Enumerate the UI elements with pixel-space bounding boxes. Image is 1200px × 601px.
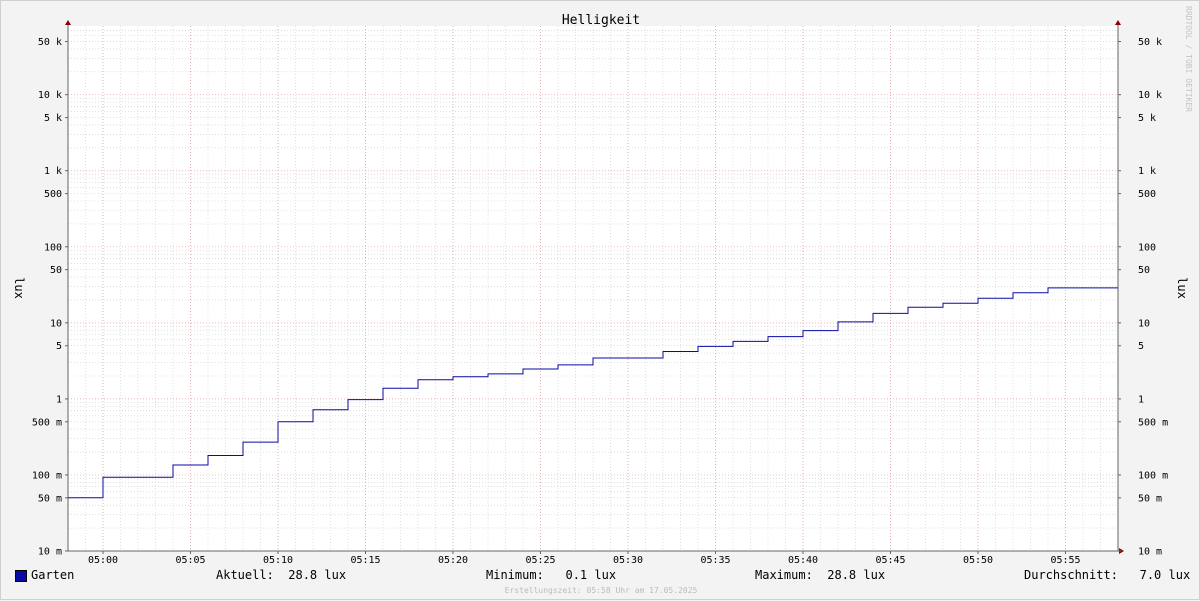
x-tick-label: 05:40 — [788, 555, 818, 566]
x-tick-label: 05:30 — [613, 555, 643, 566]
x-tick-label: 05:35 — [700, 555, 730, 566]
x-tick-label: 05:15 — [350, 555, 380, 566]
y-tick-label-right: 1 — [1138, 394, 1144, 405]
y-tick-label-right: 10 k — [1138, 90, 1162, 101]
y-axis-arrow-left — [65, 20, 71, 25]
legend-current: Aktuell: 28.8 lux — [216, 568, 347, 582]
y-tick-label-right: 5 — [1138, 341, 1144, 352]
y-tick-label-right: 500 m — [1138, 417, 1168, 428]
y-tick-label-left: 10 k — [38, 90, 62, 101]
y-tick-label-right: 50 k — [1138, 37, 1162, 48]
y-tick-label-left: 500 — [44, 189, 62, 200]
y-tick-label-right: 100 m — [1138, 470, 1168, 481]
footer-timestamp: Erstellungszeit: 05:58 Uhr am 17.05.2025 — [504, 586, 698, 595]
y-tick-label-right: 5 k — [1138, 113, 1156, 124]
y-tick-label-right: 50 — [1138, 265, 1150, 276]
x-tick-label: 05:50 — [963, 555, 993, 566]
x-tick-label: 05:05 — [175, 555, 205, 566]
y-tick-label-right: 500 — [1138, 189, 1156, 200]
y-tick-label-left: 5 — [56, 341, 62, 352]
y-tick-label-left: 5 k — [44, 113, 62, 124]
x-tick-label: 05:45 — [875, 555, 905, 566]
y-tick-label-left: 100 m — [32, 470, 62, 481]
legend-swatch-garten — [15, 570, 27, 582]
legend-maximum: Maximum: 28.8 lux — [755, 568, 886, 582]
y-tick-label-left: 50 — [50, 265, 62, 276]
y-tick-label-right: 100 — [1138, 242, 1156, 253]
x-tick-label: 05:55 — [1050, 555, 1080, 566]
y-tick-label-left: 1 k — [44, 166, 62, 177]
y-tick-label-left: 10 m — [38, 547, 62, 558]
y-tick-label-right: 10 m — [1138, 547, 1162, 558]
y-axis-label-right: lux — [1175, 277, 1189, 299]
y-tick-label-right: 10 — [1138, 318, 1150, 329]
chart-title: Helligkeit — [562, 13, 640, 28]
x-tick-label: 05:25 — [525, 555, 555, 566]
legend-minimum: Minimum: 0.1 lux — [486, 568, 617, 582]
chart-svg: 05:00 05:05 05:10 05:15 05:20 05:25 05:30 05:35… — [12, 13, 1189, 566]
y-axis-label-left: lux — [12, 277, 26, 299]
y-tick-label-right: 1 k — [1138, 166, 1156, 177]
watermark: RRDTOOL / TOBI OETIKER — [1184, 6, 1193, 112]
x-tick-label: 05:10 — [263, 555, 293, 566]
y-tick-label-left: 50 k — [38, 37, 62, 48]
x-tick-label: 05:20 — [438, 555, 468, 566]
y-tick-label-left: 100 — [44, 242, 62, 253]
y-tick-label-right: 50 m — [1138, 493, 1162, 504]
y-tick-label-left: 10 — [50, 318, 62, 329]
legend-series-name: Garten — [31, 568, 75, 582]
y-axis-arrow-right — [1115, 20, 1121, 25]
y-tick-label-left: 50 m — [38, 493, 62, 504]
chart-frame: 05:00 05:05 05:10 05:15 05:20 05:25 05:30 05:35… — [0, 0, 1200, 600]
x-tick-label: 05:00 — [88, 555, 118, 566]
y-tick-label-left: 500 m — [32, 417, 62, 428]
legend-average: Durchschnitt: 7.0 lux — [1024, 568, 1191, 582]
y-tick-label-left: 1 — [56, 394, 62, 405]
